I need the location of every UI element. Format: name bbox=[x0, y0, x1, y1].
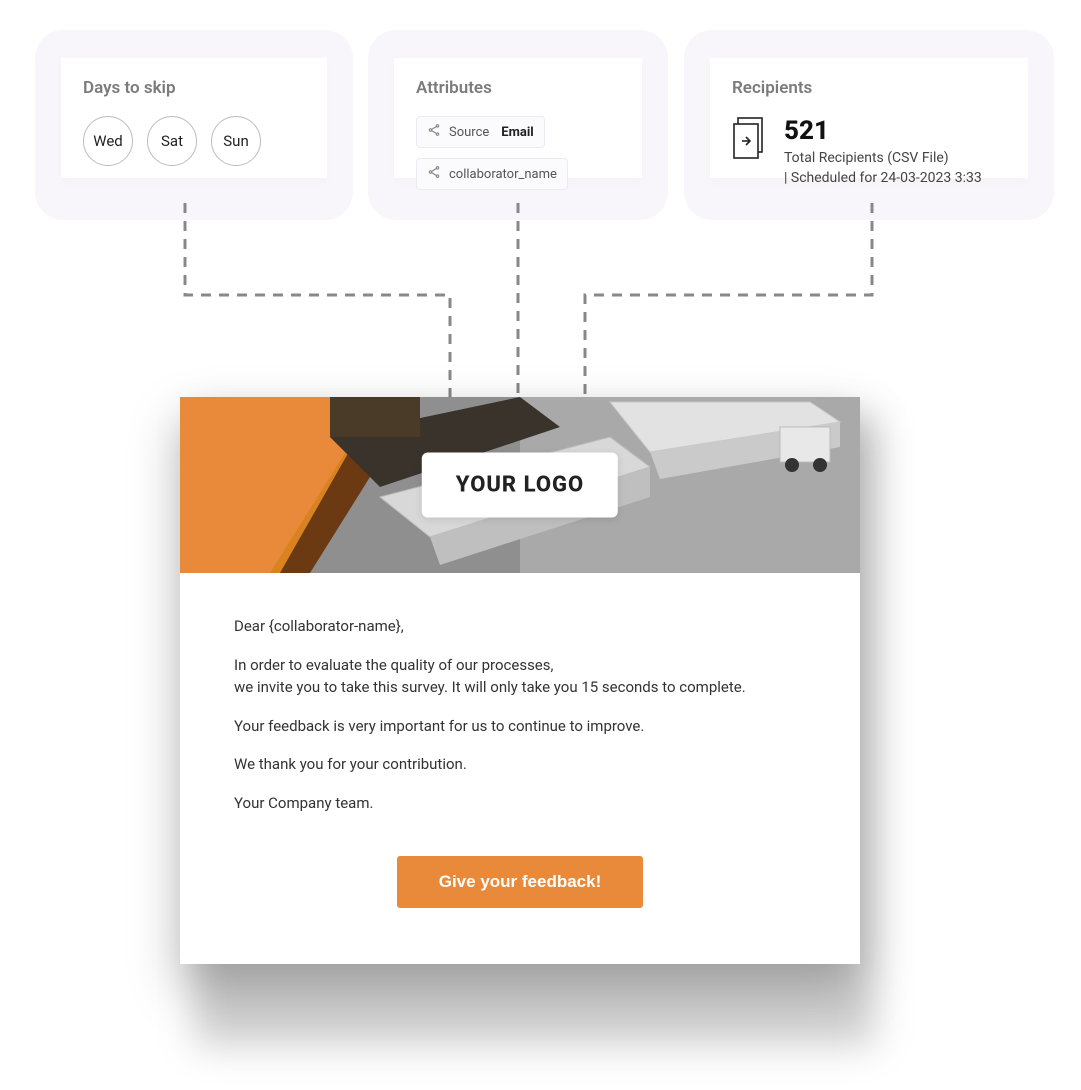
share-icon bbox=[427, 165, 441, 183]
attribute-chip-source[interactable]: Source Email bbox=[416, 116, 545, 148]
days-to-skip-panel: Days to skip Wed Sat Sun bbox=[35, 30, 353, 220]
email-line: In order to evaluate the quality of our … bbox=[234, 656, 553, 674]
feedback-button[interactable]: Give your feedback! bbox=[397, 856, 644, 908]
day-chip-sat[interactable]: Sat bbox=[147, 116, 197, 166]
attributes-title: Attributes bbox=[416, 78, 620, 98]
day-chip-wed[interactable]: Wed bbox=[83, 116, 133, 166]
recipients-line2: | Scheduled for 24-03-2023 3:33 bbox=[784, 168, 982, 188]
recipients-title: Recipients bbox=[732, 78, 1006, 98]
email-body: Dear {collaborator-name}, In order to ev… bbox=[180, 573, 860, 964]
day-chip-row: Wed Sat Sun bbox=[83, 116, 305, 166]
days-card: Days to skip Wed Sat Sun bbox=[61, 58, 327, 178]
recipients-count: 521 bbox=[784, 116, 982, 146]
attribute-chip-collaborator[interactable]: collaborator_name bbox=[416, 158, 568, 190]
email-signoff: Your Company team. bbox=[234, 792, 806, 815]
email-line: we invite you to take this survey. It wi… bbox=[234, 678, 746, 696]
email-paragraph-2: Your feedback is very important for us t… bbox=[234, 715, 806, 738]
email-paragraph-3: We thank you for your contribution. bbox=[234, 753, 806, 776]
email-paragraph-1: In order to evaluate the quality of our … bbox=[234, 654, 806, 699]
attribute-value: Email bbox=[501, 125, 533, 140]
email-greeting: Dear {collaborator-name}, bbox=[234, 615, 806, 638]
attribute-label: collaborator_name bbox=[449, 167, 557, 182]
share-icon bbox=[427, 123, 441, 141]
attributes-panel: Attributes Source Email collaborator_nam… bbox=[368, 30, 668, 220]
day-chip-sun[interactable]: Sun bbox=[211, 116, 261, 166]
recipients-line1: Total Recipients (CSV File) bbox=[784, 148, 982, 168]
email-preview: YOUR LOGO Dear {collaborator-name}, In o… bbox=[180, 397, 860, 964]
logo-placeholder: YOUR LOGO bbox=[422, 453, 618, 518]
days-title: Days to skip bbox=[83, 78, 305, 98]
document-icon bbox=[732, 116, 766, 164]
attributes-card: Attributes Source Email collaborator_nam… bbox=[394, 58, 642, 178]
email-hero: YOUR LOGO bbox=[180, 397, 860, 573]
attribute-label: Source bbox=[449, 125, 489, 140]
recipients-panel: Recipients 521 Total Recipients (CSV Fil… bbox=[684, 30, 1054, 220]
recipients-card: Recipients 521 Total Recipients (CSV Fil… bbox=[710, 58, 1028, 178]
